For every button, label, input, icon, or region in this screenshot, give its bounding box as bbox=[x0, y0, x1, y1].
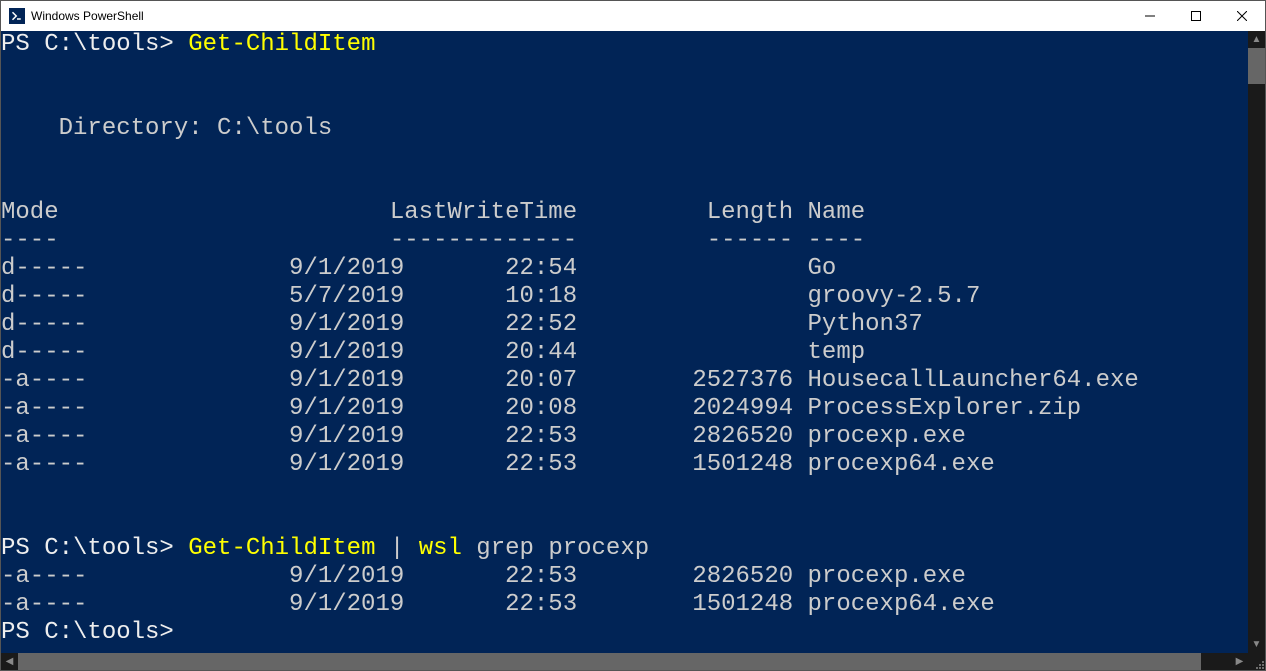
powershell-icon bbox=[9, 8, 25, 24]
powershell-window: Windows PowerShell PS C:\tools> Get-Chil… bbox=[0, 0, 1266, 671]
scroll-right-button[interactable]: ▶ bbox=[1231, 653, 1248, 670]
client-area: PS C:\tools> Get-ChildItem Directory: C:… bbox=[1, 31, 1265, 670]
hscroll-thumb[interactable] bbox=[18, 653, 1201, 670]
resize-grip[interactable] bbox=[1248, 653, 1265, 670]
titlebar[interactable]: Windows PowerShell bbox=[1, 1, 1265, 31]
minimize-button[interactable] bbox=[1127, 1, 1173, 31]
vscroll-thumb[interactable] bbox=[1248, 48, 1265, 84]
vertical-scrollbar[interactable]: ▲ ▼ bbox=[1248, 31, 1265, 653]
vscroll-track[interactable] bbox=[1248, 48, 1265, 636]
hscroll-track[interactable] bbox=[18, 653, 1231, 670]
window-title: Windows PowerShell bbox=[31, 9, 144, 23]
horizontal-scrollbar[interactable]: ◀ ▶ bbox=[1, 653, 1265, 670]
maximize-button[interactable] bbox=[1173, 1, 1219, 31]
terminal-wrap: PS C:\tools> Get-ChildItem Directory: C:… bbox=[1, 31, 1265, 653]
scroll-up-button[interactable]: ▲ bbox=[1248, 31, 1265, 48]
scroll-down-button[interactable]: ▼ bbox=[1248, 636, 1265, 653]
scroll-left-button[interactable]: ◀ bbox=[1, 653, 18, 670]
close-button[interactable] bbox=[1219, 1, 1265, 31]
terminal-output[interactable]: PS C:\tools> Get-ChildItem Directory: C:… bbox=[1, 31, 1248, 653]
